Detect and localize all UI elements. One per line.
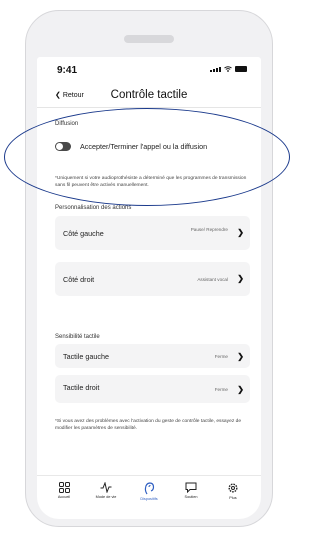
- status-time: 9:41: [57, 65, 78, 76]
- battery-icon: [235, 66, 247, 72]
- phone-speaker: [124, 35, 174, 43]
- tab-soutien[interactable]: Soutien: [174, 482, 208, 499]
- section-label-sensitivity: Sensibilité tactile: [55, 334, 100, 340]
- wifi-icon: [224, 66, 232, 72]
- toggle-row-diffusion: Accepter/Terminer l'appel ou la diffusio…: [55, 141, 255, 155]
- grid-icon: [58, 482, 70, 493]
- status-bar: 9:41: [37, 57, 261, 81]
- action-card-label: Côté gauche: [63, 229, 104, 238]
- action-card-label: Côté droit: [63, 275, 95, 284]
- tab-accueil[interactable]: Accueil: [47, 482, 81, 499]
- toggle-knob: [56, 143, 63, 150]
- section-label-diffusion: Diffusion: [55, 121, 79, 127]
- chevron-right-icon: ❯: [237, 274, 244, 283]
- action-card-value: Assistant vocal: [197, 277, 228, 282]
- diffusion-toggle-label: Accepter/Terminer l'appel ou la diffusio…: [80, 142, 208, 151]
- action-card-value: Pause/ Reprendre: [190, 227, 228, 232]
- chevron-right-icon: ❯: [237, 228, 244, 237]
- diffusion-toggle[interactable]: [55, 142, 71, 151]
- tab-bar: Accueil Mode de vie Dispositifs Soutien …: [37, 475, 261, 516]
- sensitivity-note: *Si vous avez des problèmes avec l'activ…: [55, 419, 242, 431]
- sensitivity-card-label: Tactile gauche: [63, 352, 109, 361]
- sensitivity-card-label: Tactile droit: [63, 383, 100, 392]
- chevron-right-icon: ❯: [237, 385, 244, 394]
- sensitivity-card-right[interactable]: Tactile droit Ferme ❯: [55, 375, 250, 403]
- sensitivity-card-left[interactable]: Tactile gauche Ferme ❯: [55, 344, 250, 368]
- tab-mode-de-vie[interactable]: Mode de vie: [89, 482, 123, 499]
- action-card-left[interactable]: Côté gauche Pause/ Reprendre ❯: [55, 216, 250, 250]
- page-title: Contrôle tactile: [110, 89, 188, 101]
- tab-label: Plus: [229, 496, 237, 500]
- sensitivity-card-value: Ferme: [214, 354, 228, 359]
- status-icons: [210, 66, 247, 72]
- tab-plus[interactable]: Plus: [216, 482, 250, 500]
- sensitivity-card-value: Ferme: [214, 387, 228, 392]
- gear-icon: [228, 483, 238, 493]
- tab-label: Mode de vie: [95, 495, 117, 499]
- pulse-icon: [100, 482, 112, 493]
- signal-icon: [210, 66, 221, 72]
- action-card-right[interactable]: Côté droit Assistant vocal ❯: [55, 262, 250, 296]
- hearing-aid-icon: [144, 482, 154, 495]
- nav-divider: [37, 107, 261, 108]
- diffusion-note: *Uniquement si votre audioprothésiste a …: [55, 176, 247, 188]
- tab-label: Soutien: [184, 495, 198, 499]
- nav-bar: ❮ Retour Contrôle tactile: [37, 83, 261, 107]
- tab-label: Dispositifs: [140, 497, 158, 501]
- app-screen: 9:41 ❮ Retour Contrôle tactile Diffusion…: [37, 57, 261, 519]
- chevron-right-icon: ❯: [237, 352, 244, 361]
- chat-icon: [185, 482, 197, 493]
- tab-label: Accueil: [57, 495, 71, 499]
- section-label-actions: Personnalisation des actions: [55, 205, 132, 211]
- phone-frame: 9:41 ❮ Retour Contrôle tactile Diffusion…: [25, 10, 273, 527]
- tab-dispositifs[interactable]: Dispositifs: [132, 482, 166, 501]
